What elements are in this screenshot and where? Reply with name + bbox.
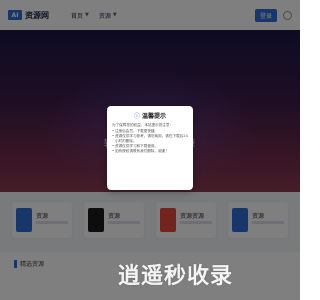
modal-title: 温馨提示 [142,112,167,120]
notice-item: • 资源仅供学习参考，请勿商用，请在下载后24小时内删除。 [112,134,188,144]
modal-header: ⓘ 温馨提示 [112,110,188,120]
watermark: 逍遥秒收录 [118,264,234,289]
notice-modal: ⓘ 温馨提示 为了保障您的权益，本站提示您注意： • 注册后会员，下载更快捷。 •… [107,106,193,190]
modal-notice-list: • 注册后会员，下载更快捷。 • 资源仅供学习参考，请勿商用，请在下载后24小时内删… [112,129,188,154]
page: AI 资源网 首页 ▼ 资源 ▼ 登录 输入关键 搜索资源 资源 [0,0,300,300]
modal-intro-text: 为了保障您的权益，本站提示您注意： [112,123,174,127]
notice-item: • 如有侵权请联系我们删除，谢谢！ [112,149,188,154]
notice-item-text: 如有侵权请联系我们删除，谢谢！ [115,149,169,153]
info-icon: ⓘ [133,112,140,120]
notice-item-text: 资源仅供学习参考，请勿商用，请在下载后24小时内删除。 [115,134,188,143]
